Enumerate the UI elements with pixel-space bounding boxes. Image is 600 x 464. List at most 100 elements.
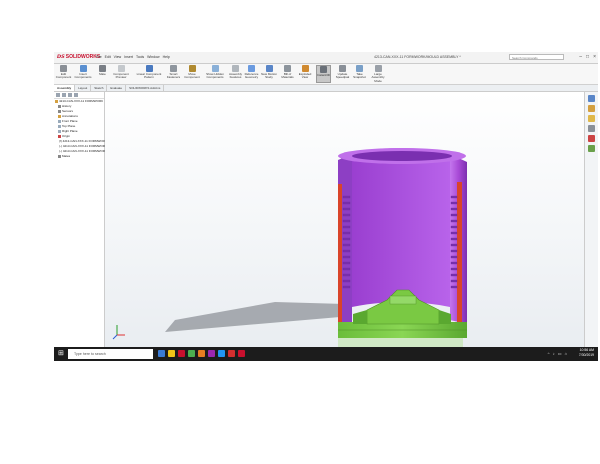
menu-bar: File Edit View Insert Tools Window Help [96,52,170,63]
instant3d-icon [320,66,327,73]
top-bore [352,151,452,161]
menu-insert[interactable]: Insert [124,52,133,63]
ribbon-button-show-hidden-components[interactable]: Show Hidden Components [204,65,226,83]
ribbon-button-take-snapshot[interactable]: Take Snapshot [352,65,367,83]
red-layer-left [338,184,342,324]
feature-tree-icon[interactable] [56,93,60,97]
menu-view[interactable]: View [114,52,122,63]
ribbon-button-label: New Motion Study [261,72,277,80]
assembly-icon [55,100,58,103]
tab-sketch[interactable]: Sketch [91,85,108,91]
annotation-icon [58,115,61,118]
command-tabs: Assembly Layout Sketch Evaluate SOLIDWOR… [54,85,598,92]
taskbar-app-icon[interactable] [228,350,235,357]
history-icon [58,105,61,108]
red-layer-right [457,182,462,322]
feature-manager-toolbar [54,92,104,99]
model-shadow [165,302,345,332]
design-library-icon[interactable] [588,105,595,112]
ribbon-button-label: Reference Geometry [244,72,259,80]
minimize-button[interactable]: – [579,52,582,63]
taskbar-app-icon[interactable] [238,350,245,357]
ribbon-button-label: Instant3D [317,73,330,77]
close-button[interactable]: × [593,52,596,63]
command-manager-ribbon: Edit Component Insert Components Mate Compo… [54,64,598,85]
tab-assembly[interactable]: Assembly [54,85,76,91]
feature-manager-tree: 4213-CAN-XXX-11 FORMWORK History Sensors A… [54,92,119,347]
solidworks-logo[interactable]: 𝘿𝙎SOLIDWORKS [57,53,100,62]
system-tray-icons[interactable]: ^ ♪ ▭ ⌂ [548,351,568,356]
model-reflection [338,338,463,347]
menu-file[interactable]: File [96,52,102,63]
solidworks-window: 𝘿𝙎SOLIDWORKS File Edit View Insert Tools… [54,52,598,361]
task-pane [584,92,598,347]
taskbar-app-icon[interactable] [188,350,195,357]
dimxpert-icon[interactable] [74,93,78,97]
tree-item[interactable]: Mates [54,154,104,159]
search-commands-input[interactable]: Search Commands [509,54,564,60]
resources-icon[interactable] [588,95,595,102]
edit-component-icon [60,65,67,72]
taskbar-app-icon[interactable] [198,350,205,357]
tab-addins[interactable]: SOLIDWORKS Add-Ins [126,85,165,91]
maximize-button[interactable]: □ [586,52,589,63]
configuration-icon[interactable] [68,93,72,97]
show-hidden-icon [211,65,219,72]
ribbon-button-label: Mate [99,72,106,76]
ribbon-button-new-motion-study[interactable]: New Motion Study [260,65,278,83]
menu-window[interactable]: Window [147,52,159,63]
windows-icon[interactable]: ⊞ [58,350,64,358]
taskbar-app-icon[interactable] [158,350,165,357]
ribbon-button-label: Update Speedpak [335,72,350,80]
ribbon-button-edit-component[interactable]: Edit Component [56,65,71,83]
ribbon-button-move-component[interactable]: Move Component [182,65,202,83]
ribbon-button-assembly-features[interactable]: Assembly Features [228,65,243,83]
origin-icon [58,135,61,138]
tab-evaluate[interactable]: Evaluate [107,85,127,91]
taskbar-app-icon[interactable] [218,350,225,357]
graphics-area[interactable] [105,92,585,347]
menu-edit[interactable]: Edit [105,52,111,63]
ribbon-button-linear-component-pattern[interactable]: Linear Component Pattern [134,65,164,83]
green-inner-flange-r [439,310,451,324]
bom-icon [284,65,291,72]
ribbon-button-label: Bill of Materials [281,72,294,80]
snapshot-icon [356,65,363,72]
inner-bore [352,148,450,307]
geometry-icon [248,65,255,72]
ribbon-button-exploded-view[interactable]: Exploded View [296,65,314,83]
taskbar-search-input[interactable]: Type here to search [68,349,153,359]
large-asm-icon [374,65,382,72]
view-palette-icon[interactable] [588,125,595,132]
file-explorer-icon[interactable] [588,115,595,122]
title-bar: 𝘿𝙎SOLIDWORKS File Edit View Insert Tools… [54,52,598,64]
custom-properties-icon[interactable] [588,145,595,152]
tree-item-label: Mates [62,154,71,158]
speedpak-icon [339,65,346,72]
menu-tools[interactable]: Tools [136,52,144,63]
taskbar-app-icon[interactable] [208,350,215,357]
tree-list: 4213-CAN-XXX-11 FORMWORK History Sensors A… [54,99,119,159]
ribbon-button-large-assembly-mode[interactable]: Large Assembly Mode [368,65,388,83]
ribbon-button-reference-geometry[interactable]: Reference Geometry [244,65,259,83]
appearances-icon[interactable] [588,135,595,142]
ribbon-button-insert-components[interactable]: Insert Components [72,65,94,83]
clock[interactable]: 10:56 AM 7/30/2019 [579,348,594,358]
property-manager-icon[interactable] [62,93,66,97]
ribbon-button-update-speedpak[interactable]: Update Speedpak [334,65,351,83]
taskbar-app-icon[interactable] [168,350,175,357]
tab-layout[interactable]: Layout [75,85,92,91]
document-title: 4213-CAN-XXX-11 FORMWORK/MOULD ASSEMBLY … [374,55,461,59]
menu-help[interactable]: Help [163,52,170,63]
ribbon-button-bill-of-materials[interactable]: Bill of Materials [280,65,295,83]
ribbon-button-component-preview[interactable]: Component Preview [110,65,132,83]
explode-icon [301,65,309,72]
features-icon [232,65,239,72]
ribbon-button-label: Component Preview [113,72,129,80]
ribbon-button-instant3d[interactable]: Instant3D [316,65,331,83]
formwork-mould-model [112,148,467,347]
ribbon-button-mate[interactable]: Mate [96,65,109,83]
ribbon-button-label: Take Snapshot [353,72,366,80]
ribbon-button-smart-fasteners[interactable]: Smart Fasteners [166,65,181,83]
taskbar-app-icon[interactable] [178,350,185,357]
